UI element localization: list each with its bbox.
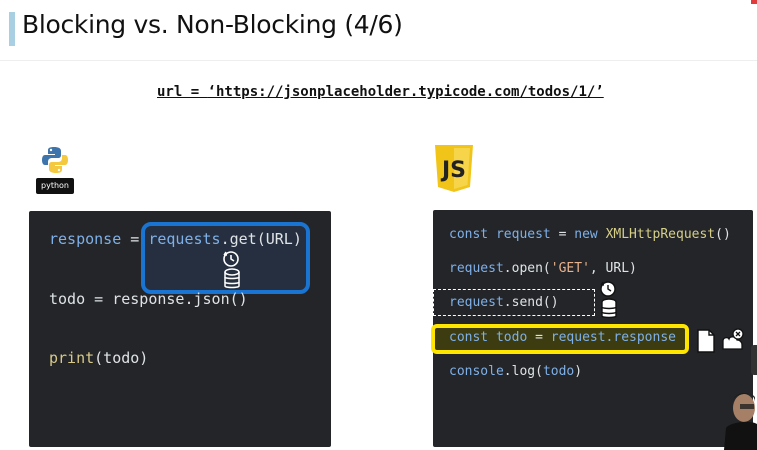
js-line-4: const todo = request.response <box>449 330 676 345</box>
python-get-call: .get(URL) <box>220 230 302 248</box>
js-get-string: 'GET' <box>550 261 590 276</box>
python-line-1: response = requests.get(URL) <box>49 230 302 248</box>
js-log-arg: todo <box>542 364 575 379</box>
url-value: ‘https://jsonplaceholder.typicode.com/to… <box>207 84 604 100</box>
python-line-3: print(todo) <box>49 349 148 367</box>
python-line-2: todo = response.json() <box>49 290 248 308</box>
js-line-2: request.open('GET', URL) <box>449 261 637 276</box>
python-logo-label: python <box>36 178 74 194</box>
js-request-response: request.response <box>550 330 676 345</box>
js-line-5: console.log(todo) <box>449 364 582 379</box>
js-console-obj: console <box>449 364 504 379</box>
js-log-end: ) <box>574 364 583 379</box>
js-assign: = <box>550 227 575 242</box>
slide-title: Blocking vs. Non-Blocking (4/6) <box>22 10 403 39</box>
url-definition: url = ‘https://jsonplaceholder.typicode.… <box>157 84 604 100</box>
python-logo-icon: python <box>36 144 74 196</box>
js-todo-var: todo <box>495 330 528 345</box>
js-ctor-parens: () <box>715 227 731 242</box>
clock-icon <box>600 281 616 297</box>
python-response-var: response <box>49 230 122 248</box>
js-logo-label: JS <box>440 158 466 183</box>
js-log-call: .log( <box>503 364 543 379</box>
python-print-fn: print <box>49 349 95 367</box>
js-assign-2: = <box>527 330 551 345</box>
js-open-call: .open( <box>503 261 551 276</box>
python-print-args: (todo) <box>94 349 149 367</box>
js-request-obj: request <box>449 261 504 276</box>
js-line-1: const request = new XMLHttpRequest() <box>449 227 731 242</box>
url-prefix: url = <box>157 84 208 100</box>
title-divider <box>0 60 757 61</box>
cloud-error-icon <box>722 328 744 350</box>
js-send-call: .send() <box>503 295 559 310</box>
js-request-obj-2: request <box>449 295 504 310</box>
python-requests-obj: requests <box>148 230 221 248</box>
js-const-kw: const <box>449 227 489 242</box>
js-request-var: request <box>495 227 551 242</box>
javascript-logo-icon: JS <box>435 145 473 192</box>
corner-marker <box>751 0 757 4</box>
presenter-video-overlay <box>724 393 757 450</box>
js-line-3: request.send() <box>449 295 559 310</box>
title-accent-bar <box>9 12 15 46</box>
js-new-kw: new <box>574 227 598 242</box>
js-const-kw-2: const <box>449 330 489 345</box>
js-open-end: , URL) <box>589 261 637 276</box>
database-icon <box>224 268 240 289</box>
database-icon <box>601 298 617 319</box>
python-assign: = <box>121 230 149 248</box>
right-edge-bar <box>751 345 757 375</box>
document-icon <box>697 329 715 353</box>
js-xhr-class: XMLHttpRequest <box>605 227 716 242</box>
python-snake-icon <box>42 147 68 173</box>
clock-icon <box>223 251 239 267</box>
